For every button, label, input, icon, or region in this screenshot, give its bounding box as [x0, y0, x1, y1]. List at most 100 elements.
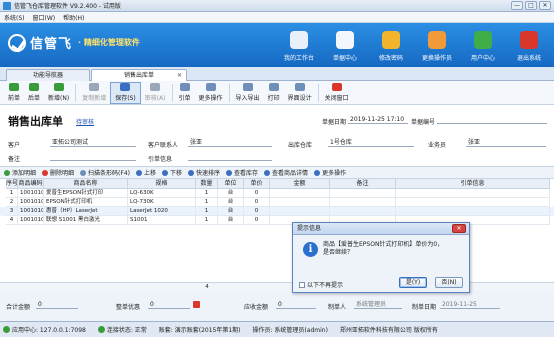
grid-cell[interactable]	[330, 207, 396, 216]
grid-cell[interactable]: 2	[6, 198, 18, 207]
customer-field[interactable]: 亚拓公司测试	[50, 138, 136, 147]
grid-cell[interactable]: 爱普生EPSON针式打印	[44, 189, 128, 198]
toolbar-button-5[interactable]: 审核(A)	[141, 82, 170, 104]
grid-cell[interactable]: LaserJet 1020	[128, 207, 196, 216]
date-field[interactable]: 2019-11-25 17:10	[348, 115, 408, 124]
grid-header-8[interactable]: 备注	[330, 179, 396, 189]
grid-cell[interactable]: EPSON针式打印机	[44, 198, 128, 207]
toolbar-button-9[interactable]: 打印	[264, 82, 284, 104]
maximize-button[interactable]: □	[525, 1, 537, 10]
grid-cell[interactable]: LQ-730K	[128, 198, 196, 207]
toolbar-button-1[interactable]: 后单	[24, 82, 44, 104]
close-tab-icon[interactable]: ✕	[177, 70, 182, 81]
grid-cell[interactable]: 100101002	[18, 198, 44, 207]
grid-cell[interactable]	[396, 198, 550, 207]
grid-header-2[interactable]: 商品名称	[44, 179, 128, 189]
grid-header-0[interactable]: 序号	[6, 179, 18, 189]
tab-sales-outbound[interactable]: 销售出库单 ✕	[91, 69, 187, 81]
grid-cell[interactable]: 台	[218, 189, 244, 198]
grid-header-7[interactable]: 金额	[270, 179, 330, 189]
checkbox-box[interactable]	[299, 281, 305, 288]
grid-cell[interactable]: 1	[196, 198, 218, 207]
grid-header-9[interactable]: 引单信息	[396, 179, 550, 189]
grid-cell[interactable]: S1001	[128, 216, 196, 225]
grid-cell[interactable]: 100101003	[18, 207, 44, 216]
document-status[interactable]: 待审核	[76, 117, 94, 126]
grid-cell[interactable]: 台	[218, 198, 244, 207]
nav-item-1[interactable]: 单据中心	[322, 26, 368, 64]
grid-cell[interactable]: 1	[196, 189, 218, 198]
grid-cell[interactable]: 0	[244, 207, 270, 216]
warehouse-field[interactable]: 1号仓库	[328, 138, 414, 147]
grid-cell[interactable]: 0	[244, 216, 270, 225]
toolbar-button-7[interactable]: 更多操作	[195, 82, 227, 104]
grid-header-4[interactable]: 数量	[196, 179, 218, 189]
number-field[interactable]	[437, 115, 547, 124]
nav-item-5[interactable]: 退出系统	[506, 26, 552, 64]
menu-system[interactable]: 系统(S)	[4, 13, 25, 22]
grid-tool-5[interactable]: 快速排序	[188, 168, 220, 177]
toolbar-button-4[interactable]: 保存(S)	[110, 81, 141, 104]
grid-cell[interactable]: 联想 S1001 黑白激光	[44, 216, 128, 225]
grid-cell[interactable]	[270, 189, 330, 198]
grid-cell[interactable]: 3	[6, 207, 18, 216]
grid-header-5[interactable]: 单位	[218, 179, 244, 189]
grid-cell[interactable]: 台	[218, 207, 244, 216]
table-row[interactable]: 3100101003惠普（HP）LaserJetLaserJet 10201台0	[0, 207, 554, 216]
nav-item-4[interactable]: 用户中心	[460, 26, 506, 64]
grid-header-1[interactable]: 商品编码	[18, 179, 44, 189]
grid-tool-2[interactable]: 扫描条形码(F4)	[80, 168, 130, 177]
grid-cell[interactable]	[396, 189, 550, 198]
close-window-button[interactable]: ✕	[539, 1, 551, 10]
grid-header-6[interactable]: 单价	[244, 179, 270, 189]
grid-cell[interactable]: 1	[6, 189, 18, 198]
grid-tool-1[interactable]: 删除明细	[42, 168, 74, 177]
grid-tool-4[interactable]: 下移	[162, 168, 182, 177]
grid-cell[interactable]: 100101004	[18, 216, 44, 225]
grid-cell[interactable]: 0	[244, 189, 270, 198]
remark-field[interactable]	[50, 152, 136, 161]
grid-cell[interactable]: LQ-630K	[128, 189, 196, 198]
toolbar-button-2[interactable]: 新增(N)	[44, 82, 73, 104]
contact-field[interactable]: 张亚	[188, 138, 272, 147]
table-row[interactable]: 2100101002EPSON针式打印机LQ-730K1台0	[0, 198, 554, 207]
grid-tool-8[interactable]: 更多操作	[314, 168, 346, 177]
minimize-button[interactable]: —	[511, 1, 523, 10]
grid-header-3[interactable]: 规格	[128, 179, 196, 189]
reference-field[interactable]	[188, 152, 272, 161]
dialog-close-button[interactable]: ✕	[452, 224, 466, 233]
toolbar-button-11[interactable]: 关闭窗口	[321, 82, 353, 104]
grid-cell[interactable]: 4	[6, 216, 18, 225]
grid-cell[interactable]: 100101001	[18, 189, 44, 198]
discount-field[interactable]: 0	[148, 300, 190, 309]
toolbar-button-10[interactable]: 界面设计	[284, 82, 316, 104]
grid-cell[interactable]	[270, 198, 330, 207]
toolbar-button-8[interactable]: 导入导出	[232, 82, 264, 104]
tab-function-navigator[interactable]: 功能导航器	[6, 69, 90, 81]
grid-tool-6[interactable]: 查看库存	[226, 168, 258, 177]
grid-cell[interactable]	[396, 207, 550, 216]
table-row[interactable]: 1100101001爱普生EPSON针式打印LQ-630K1台0	[0, 189, 554, 198]
grid-cell[interactable]	[330, 198, 396, 207]
grid-cell[interactable]	[330, 189, 396, 198]
yes-button[interactable]: 是(Y)	[399, 277, 427, 288]
nav-item-3[interactable]: 更换操作员	[414, 26, 460, 64]
no-button[interactable]: 否(N)	[435, 277, 463, 288]
grid-cell[interactable]	[270, 207, 330, 216]
nav-item-0[interactable]: 我的工作台	[276, 26, 322, 64]
toolbar-button-6[interactable]: 引单	[175, 82, 195, 104]
grid-tool-7[interactable]: 查看商品详情	[264, 168, 308, 177]
toolbar-button-0[interactable]: 前单	[4, 82, 24, 104]
table-row[interactable]: 4100101004联想 S1001 黑白激光S10011台0	[0, 216, 554, 225]
salesman-field[interactable]: 张亚	[466, 138, 546, 147]
grid-cell[interactable]: 台	[218, 216, 244, 225]
menu-help[interactable]: 帮助(H)	[63, 13, 84, 22]
grid-cell[interactable]: 1	[196, 216, 218, 225]
grid-tool-3[interactable]: 上移	[135, 168, 156, 177]
nav-item-2[interactable]: 修改密码	[368, 26, 414, 64]
grid-tool-0[interactable]: 添加明细	[4, 168, 36, 177]
grid-cell[interactable]: 0	[244, 198, 270, 207]
menu-window[interactable]: 窗口(W)	[33, 13, 56, 22]
grid-cell[interactable]: 1	[196, 207, 218, 216]
grid-cell[interactable]: 惠普（HP）LaserJet	[44, 207, 128, 216]
